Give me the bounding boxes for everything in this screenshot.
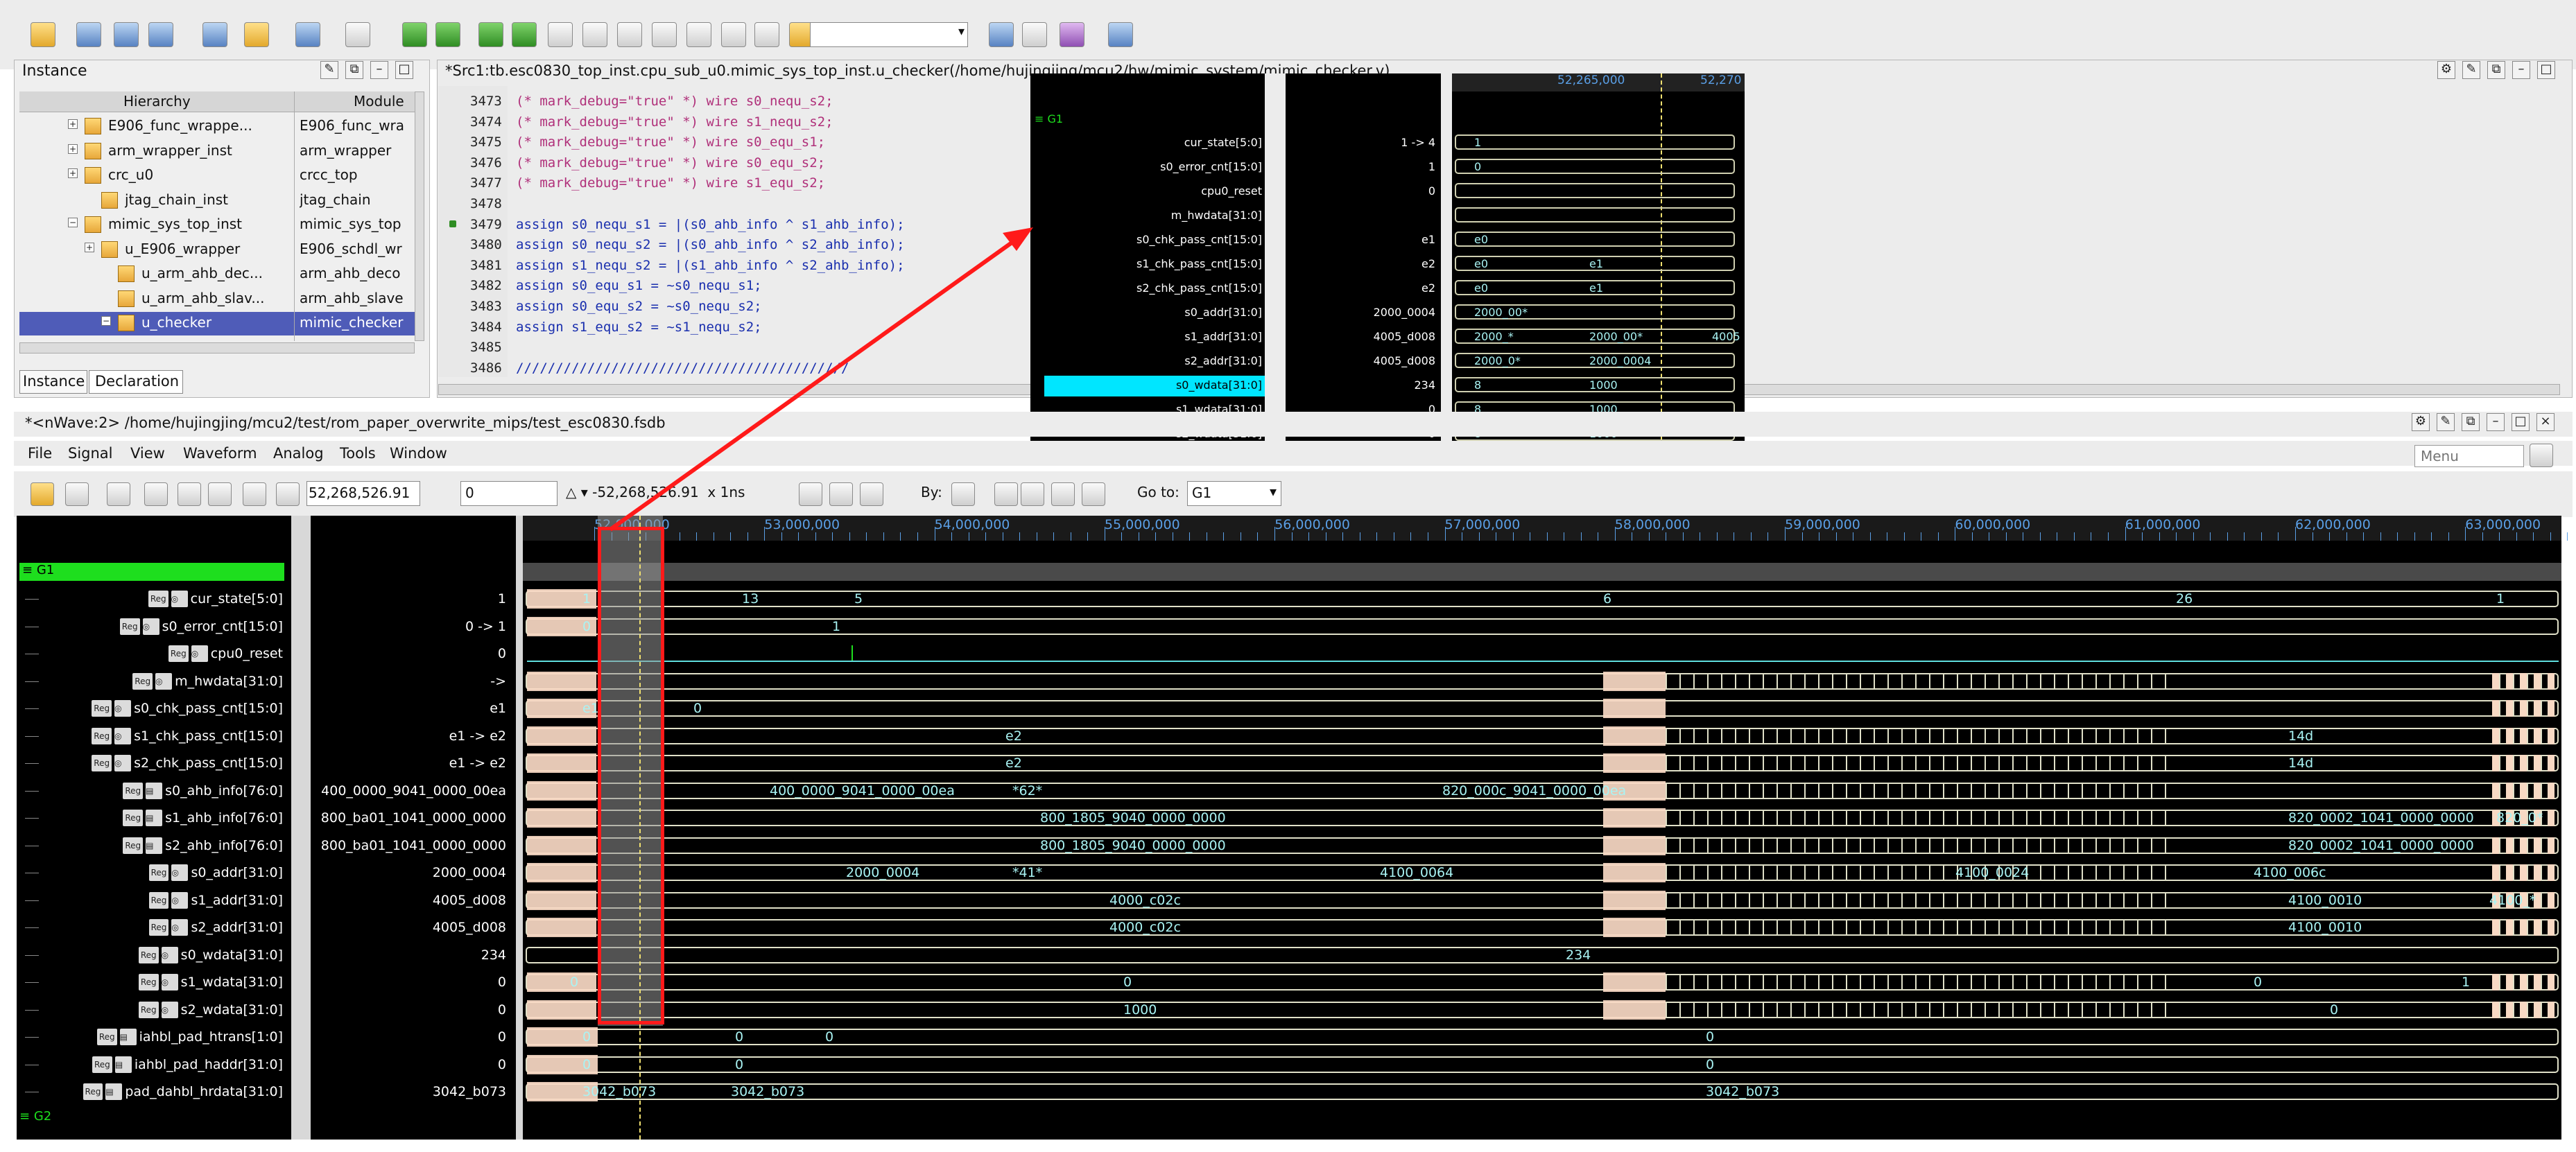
annotation-arrow (609, 227, 1033, 532)
